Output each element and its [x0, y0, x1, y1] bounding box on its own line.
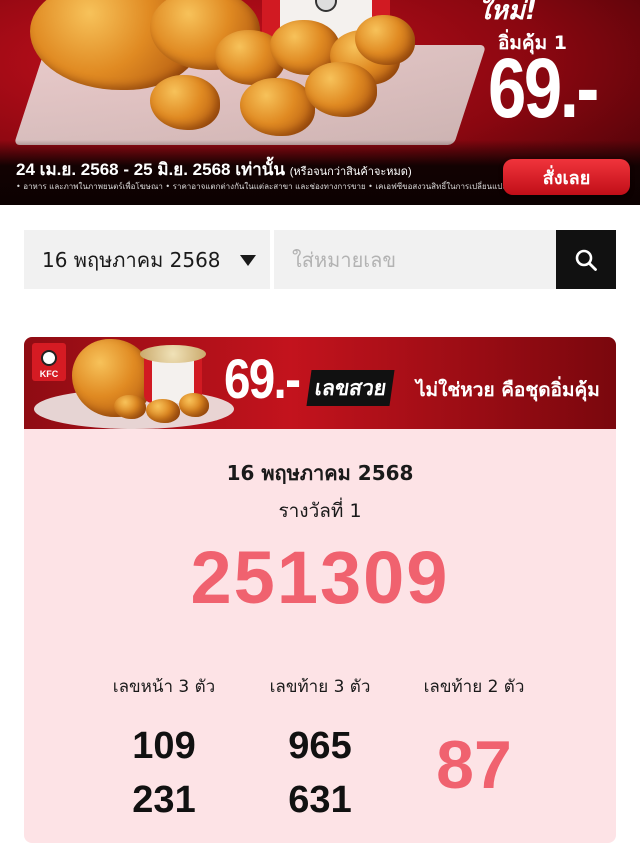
- new-label: ใหม่!: [478, 0, 537, 26]
- chicken-pop-image: [240, 78, 315, 136]
- ad-highlight: เลขสวย: [306, 370, 395, 406]
- back2-column: เลขท้าย 2 ตัว 87: [384, 673, 564, 799]
- back2-number: 87: [436, 727, 512, 803]
- ad-price: 69.-: [224, 347, 301, 410]
- date-note: (หรือจนกว่าสินค้าจะหมด): [289, 166, 412, 178]
- promo-banner[interactable]: ใหม่! อิ่มคุ้ม 1 69.- 24 เม.ย. 2568 - 25…: [0, 0, 640, 205]
- colonel-logo-icon: [41, 350, 57, 366]
- order-button[interactable]: สั่งเลย: [503, 159, 630, 195]
- back3-number: 631: [288, 779, 352, 821]
- back3-label: เลขท้าย 3 ตัว: [269, 677, 371, 697]
- result-card: KFC 69.- เลขสวย ไม่ใช่หวย คือชุดอิ่มคุ้ม…: [24, 337, 616, 843]
- promo-date-range: 24 เม.ย. 2568 - 25 มิ.ย. 2568 เท่านั้น (…: [16, 156, 412, 183]
- chicken-pop-image: [146, 399, 180, 423]
- chicken-pop-image: [305, 62, 377, 117]
- front3-number: 109: [132, 725, 196, 767]
- first-prize-label: รางวัลที่ 1: [278, 500, 362, 522]
- rice-image: [140, 345, 206, 363]
- front3-number: 231: [132, 779, 196, 821]
- kfc-logo: KFC: [32, 343, 66, 381]
- selected-date: 16 พฤษภาคม 2568: [42, 247, 221, 272]
- chicken-pop-image: [355, 15, 415, 65]
- promo-price: 69.-: [488, 41, 599, 135]
- front3-column: เลขหน้า 3 ตัว 109 231: [74, 673, 254, 819]
- draw-date-select[interactable]: 16 พฤษภาคม 2568: [24, 230, 270, 289]
- back3-column: เลขท้าย 3 ตัว 965 631: [230, 673, 410, 819]
- ad-banner[interactable]: KFC 69.- เลขสวย ไม่ใช่หวย คือชุดอิ่มคุ้ม: [24, 337, 616, 429]
- back2-label: เลขท้าย 2 ตัว: [423, 677, 525, 697]
- ad-text: ไม่ใช่หวย คือชุดอิ่มคุ้ม: [416, 379, 600, 401]
- number-input[interactable]: [274, 230, 556, 289]
- chicken-pop-image: [114, 395, 146, 419]
- chicken-pop-image: [179, 393, 209, 417]
- first-prize-number: 251309: [190, 536, 450, 619]
- date-range-text: 24 เม.ย. 2568 - 25 มิ.ย. 2568 เท่านั้น: [16, 160, 286, 179]
- search-icon: [575, 249, 597, 271]
- promo-fine-print: • อาหาร และภาพในภาพยนตร์เพื่อโฆษณา • ราค…: [16, 182, 512, 191]
- colonel-logo-icon: [315, 0, 337, 12]
- back3-number: 965: [288, 725, 352, 767]
- front3-label: เลขหน้า 3 ตัว: [112, 677, 216, 697]
- result-draw-date: 16 พฤษภาคม 2568: [226, 461, 414, 485]
- kfc-logo-text: KFC: [39, 369, 59, 379]
- search-button[interactable]: [556, 230, 616, 289]
- chicken-pop-image: [150, 75, 220, 130]
- caret-down-icon: [240, 255, 256, 266]
